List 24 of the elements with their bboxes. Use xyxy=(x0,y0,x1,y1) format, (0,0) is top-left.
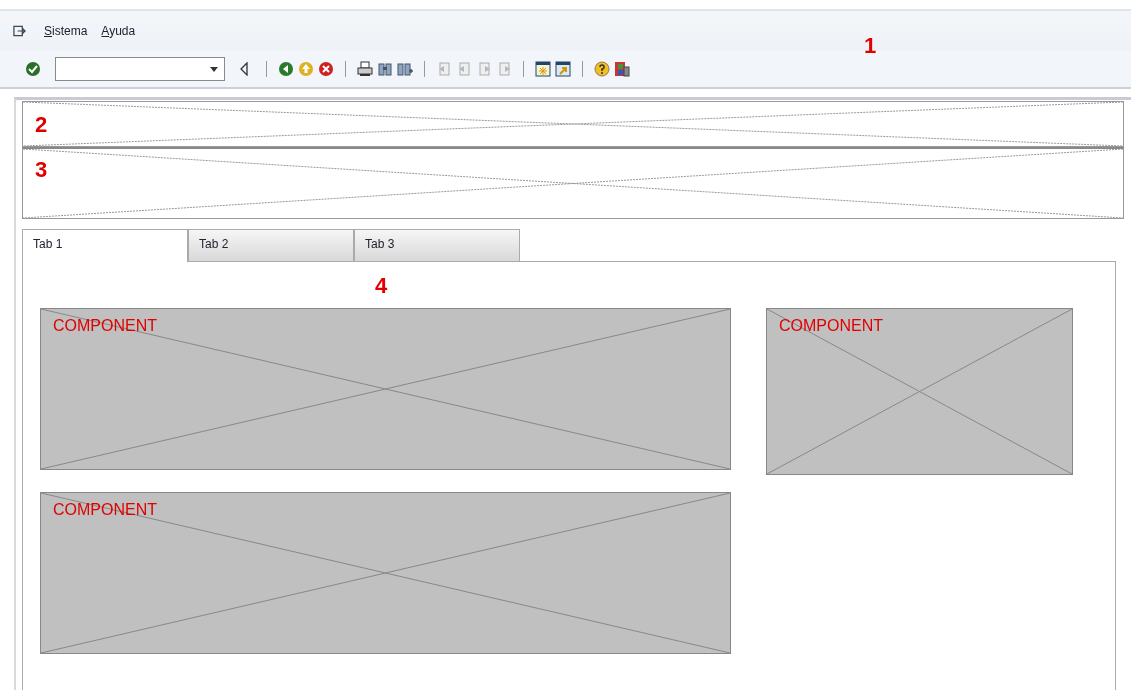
help-icon[interactable] xyxy=(594,61,610,77)
tab[interactable]: Tab 2 xyxy=(188,229,354,261)
command-field[interactable] xyxy=(55,57,225,81)
component-label: COMPONENT xyxy=(53,317,157,335)
new-window-icon[interactable] xyxy=(535,61,551,77)
cancel-icon[interactable] xyxy=(318,61,334,77)
triangle-left-icon[interactable] xyxy=(239,62,249,76)
back-icon[interactable] xyxy=(278,61,294,77)
component-label: COMPONENT xyxy=(779,317,883,335)
tab[interactable]: Tab 1 xyxy=(22,229,188,262)
shortcut-window-icon[interactable] xyxy=(555,61,571,77)
annotation-number: 4 xyxy=(375,275,388,297)
menu-item[interactable]: Sistema xyxy=(44,24,88,38)
component-label: COMPONENT xyxy=(53,501,157,519)
checkmark-icon[interactable] xyxy=(25,61,41,77)
layout-icon[interactable] xyxy=(614,61,630,77)
caret-icon[interactable] xyxy=(210,66,218,72)
tab[interactable]: Tab 3 xyxy=(354,229,520,261)
menu-item[interactable]: Ayuda xyxy=(101,24,136,38)
annotation-number: 2 xyxy=(35,114,48,136)
annotation-number: 1 xyxy=(864,35,877,57)
annotation-number: 3 xyxy=(35,159,48,181)
binoculars-icon[interactable] xyxy=(377,61,393,77)
printer-icon[interactable] xyxy=(357,61,373,77)
